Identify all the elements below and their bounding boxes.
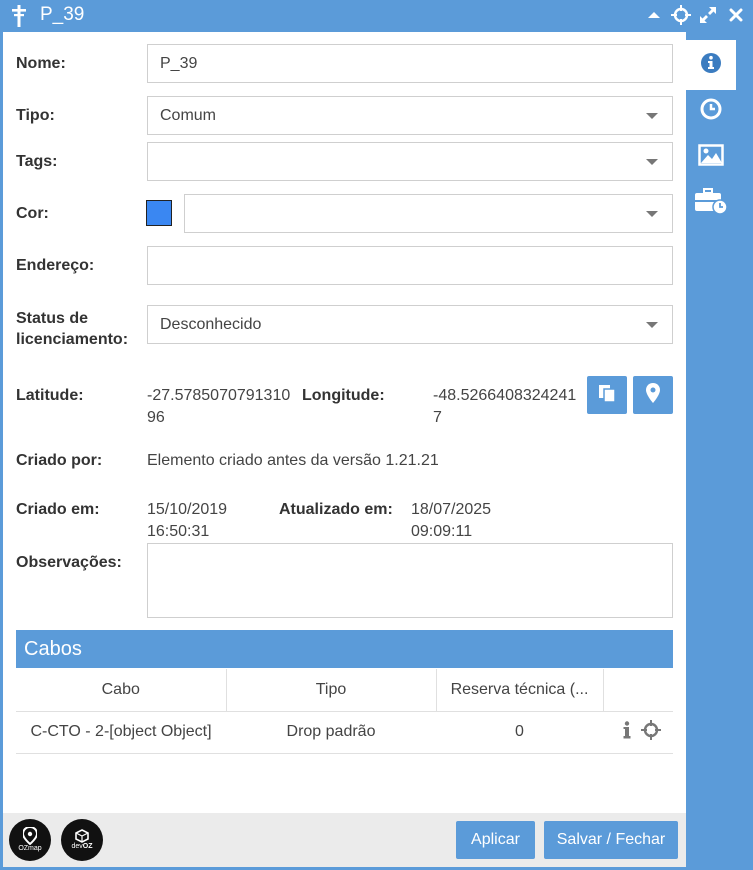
devoz-logo[interactable]: devOZ	[61, 819, 103, 861]
created-at-time: 16:50:31	[147, 523, 210, 540]
tags-select[interactable]	[147, 142, 673, 181]
close-icon[interactable]	[725, 4, 747, 26]
devoz-logo-dev: dev	[71, 843, 83, 850]
pole-icon	[10, 5, 28, 27]
name-label: Nome:	[16, 55, 66, 72]
name-value: P_39	[160, 54, 198, 72]
history-icon	[699, 97, 723, 126]
color-swatch[interactable]	[146, 200, 172, 226]
apply-button[interactable]: Aplicar	[456, 821, 535, 859]
type-select[interactable]: Comum	[147, 96, 673, 135]
table-header-row: Cabo Tipo Reserva técnica (...	[16, 669, 673, 712]
locate-on-map-button[interactable]	[633, 376, 673, 414]
footer-bar: OZmap devOZ Aplicar Salvar / Fechar	[3, 813, 686, 867]
license-status-label: Status de licenciamento:	[16, 308, 128, 350]
target-icon[interactable]	[641, 719, 661, 745]
address-input[interactable]	[147, 246, 673, 285]
ozmap-logo[interactable]: OZmap	[9, 819, 51, 861]
tab-history[interactable]	[686, 86, 736, 136]
type-value: Comum	[160, 106, 217, 124]
save-close-button[interactable]: Salvar / Fechar	[544, 821, 678, 859]
updated-at-label: Atualizado em:	[279, 501, 393, 518]
cell-actions	[603, 711, 673, 754]
cell-cable: C-CTO - 2-[object Object]	[16, 711, 226, 754]
cube-icon	[75, 829, 89, 843]
element-window: P_39 Nome: P_39 Tipo: Comum Tags: Cor: E…	[0, 0, 753, 870]
tags-label: Tags:	[16, 153, 58, 170]
updated-at-date: 18/07/2025	[411, 501, 492, 518]
tab-images[interactable]	[686, 132, 736, 182]
column-header-cable[interactable]: Cabo	[16, 669, 227, 712]
license-status-label-line2: licenciamento:	[16, 331, 129, 348]
notes-label: Observações:	[16, 554, 122, 571]
chevron-down-icon	[646, 211, 658, 217]
license-status-value: Desconhecido	[160, 315, 262, 333]
column-header-type[interactable]: Tipo	[226, 669, 437, 712]
license-status-select[interactable]: Desconhecido	[147, 305, 673, 344]
details-panel: Nome: P_39 Tipo: Comum Tags: Cor: Endere…	[3, 32, 686, 867]
longitude-value: -48.52664083242417	[433, 387, 577, 426]
map-pin-icon	[23, 827, 37, 845]
license-status-label-line1: Status de	[16, 310, 89, 327]
maximize-icon[interactable]	[697, 4, 719, 26]
notes-textarea[interactable]	[147, 543, 673, 618]
color-label: Cor:	[16, 205, 49, 222]
type-label: Tipo:	[16, 107, 55, 124]
created-at-label: Criado em:	[16, 501, 100, 518]
longitude-label: Longitude:	[302, 387, 385, 404]
devoz-logo-oz: OZ	[82, 843, 93, 850]
cell-type: Drop padrão	[226, 711, 436, 754]
cell-reserve: 0	[436, 711, 603, 754]
title-bar[interactable]: P_39	[0, 0, 753, 32]
chevron-down-icon	[646, 322, 658, 328]
info-icon[interactable]	[623, 720, 631, 744]
toolbox-clock-icon	[694, 187, 728, 220]
tab-maintenance[interactable]	[686, 178, 736, 228]
column-header-actions	[603, 669, 673, 712]
devoz-logo-text: devOZ	[71, 843, 92, 851]
created-by-label: Criado por:	[16, 452, 103, 469]
updated-at-time: 09:09:11	[411, 523, 473, 540]
color-select[interactable]	[184, 194, 673, 233]
copy-coordinates-button[interactable]	[587, 376, 627, 414]
created-by-value: Elemento criado antes da versão 1.21.21	[147, 452, 439, 469]
cables-title: Cabos	[24, 637, 82, 660]
cables-table: Cabo Tipo Reserva técnica (... C-CTO - 2…	[16, 669, 673, 754]
name-input[interactable]: P_39	[147, 44, 673, 83]
column-header-reserve[interactable]: Reserva técnica (...	[436, 669, 604, 712]
move-icon[interactable]	[670, 4, 692, 26]
collapse-icon[interactable]	[643, 4, 665, 26]
created-at-value: 15/10/2019 16:50:31	[147, 499, 267, 543]
tab-info[interactable]	[686, 40, 736, 90]
updated-at-value: 18/07/2025 09:09:11	[411, 499, 531, 543]
image-icon	[698, 143, 724, 171]
created-at-date: 15/10/2019	[147, 501, 228, 518]
address-label: Endereço:	[16, 257, 95, 274]
ozmap-logo-text: OZmap	[18, 845, 42, 852]
map-marker-icon	[646, 382, 660, 408]
latitude-label: Latitude:	[16, 387, 84, 404]
latitude-value: -27.578507079131096	[147, 387, 291, 426]
cables-section-header[interactable]: Cabos	[16, 630, 673, 668]
chevron-down-icon	[646, 159, 658, 165]
table-row[interactable]: C-CTO - 2-[object Object] Drop padrão 0	[16, 711, 673, 754]
info-icon	[700, 52, 722, 79]
chevron-down-icon	[646, 113, 658, 119]
window-title: P_39	[40, 4, 85, 25]
copy-icon	[597, 383, 617, 408]
